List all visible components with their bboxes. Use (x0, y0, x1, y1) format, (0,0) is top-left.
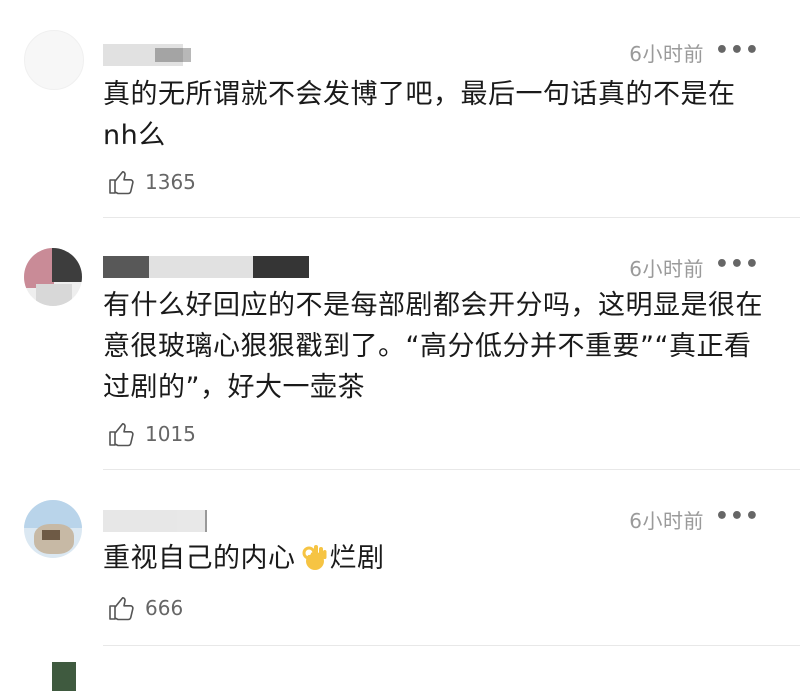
divider (103, 217, 800, 218)
username-blurred[interactable] (103, 44, 303, 66)
comment-text-part: 重视自己的内心 (103, 543, 296, 574)
avatar[interactable] (24, 500, 82, 558)
like-count: 666 (145, 596, 184, 620)
avatar[interactable] (24, 248, 82, 306)
username-blurred[interactable] (103, 256, 309, 278)
username-blurred[interactable] (103, 510, 303, 532)
like-button[interactable]: 666 (107, 593, 183, 623)
like-button[interactable]: 1015 (107, 419, 196, 449)
like-button[interactable]: 1365 (107, 167, 196, 197)
comment-text: 有什么好回应的不是每部剧都会开分吗，这明显是很在意很玻璃心狠狠戳到了。“高分低分… (103, 290, 763, 403)
divider (103, 645, 800, 646)
thumbs-up-icon (109, 171, 134, 195)
like-count: 1365 (145, 170, 196, 194)
thumbs-up-icon (109, 423, 134, 447)
comment-text-part: 烂剧 (329, 543, 385, 574)
more-options-icon[interactable]: ••• (715, 40, 760, 62)
more-options-icon[interactable]: ••• (715, 254, 760, 276)
comment-text: 真的无所谓就不会发博了吧，最后一句话真的不是在nh么 (103, 79, 736, 151)
like-count: 1015 (145, 422, 196, 446)
thumbs-up-icon (109, 597, 134, 621)
divider (103, 469, 800, 470)
comment-text: 重视自己的内心 烂剧 (103, 538, 763, 579)
ok-hand-emoji-icon (302, 545, 326, 570)
comment-time: 6小时前 (629, 257, 704, 281)
avatar[interactable] (52, 662, 76, 691)
more-options-icon[interactable]: ••• (715, 506, 760, 528)
avatar[interactable] (24, 30, 84, 90)
comment-time: 6小时前 (629, 509, 704, 533)
comment-time: 6小时前 (629, 42, 704, 66)
